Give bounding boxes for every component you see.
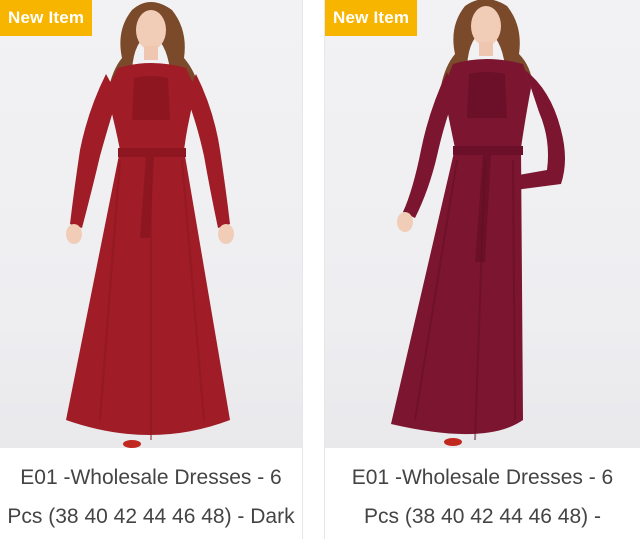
new-item-badge: New Item — [325, 0, 418, 36]
product-image[interactable] — [0, 0, 302, 448]
product-card[interactable]: New Item E01 -Wholesale Dresses - 6 Pcs … — [325, 0, 640, 539]
new-item-badge: New Item — [0, 0, 93, 36]
dress-model-illustration — [391, 0, 565, 446]
product-image[interactable] — [325, 0, 640, 448]
product-title-line-1[interactable]: E01 -Wholesale Dresses - 6 — [2, 458, 300, 497]
product-title-line-2[interactable]: Pcs (38 40 42 44 46 48) - — [327, 497, 638, 536]
product-title-line-2[interactable]: Pcs (38 40 42 44 46 48) - Dark — [2, 497, 300, 536]
dress-model-illustration — [66, 2, 234, 448]
product-title-line-1[interactable]: E01 -Wholesale Dresses - 6 — [327, 458, 638, 497]
product-title[interactable]: E01 -Wholesale Dresses - 6 Pcs (38 40 42… — [0, 458, 302, 536]
card-gutter — [302, 0, 325, 539]
product-title[interactable]: E01 -Wholesale Dresses - 6 Pcs (38 40 42… — [325, 458, 640, 536]
product-grid: New Item E01 -Wholesale Dresses - 6 Pcs … — [0, 0, 640, 539]
product-card[interactable]: New Item E01 -Wholesale Dresses - 6 Pcs … — [0, 0, 302, 539]
